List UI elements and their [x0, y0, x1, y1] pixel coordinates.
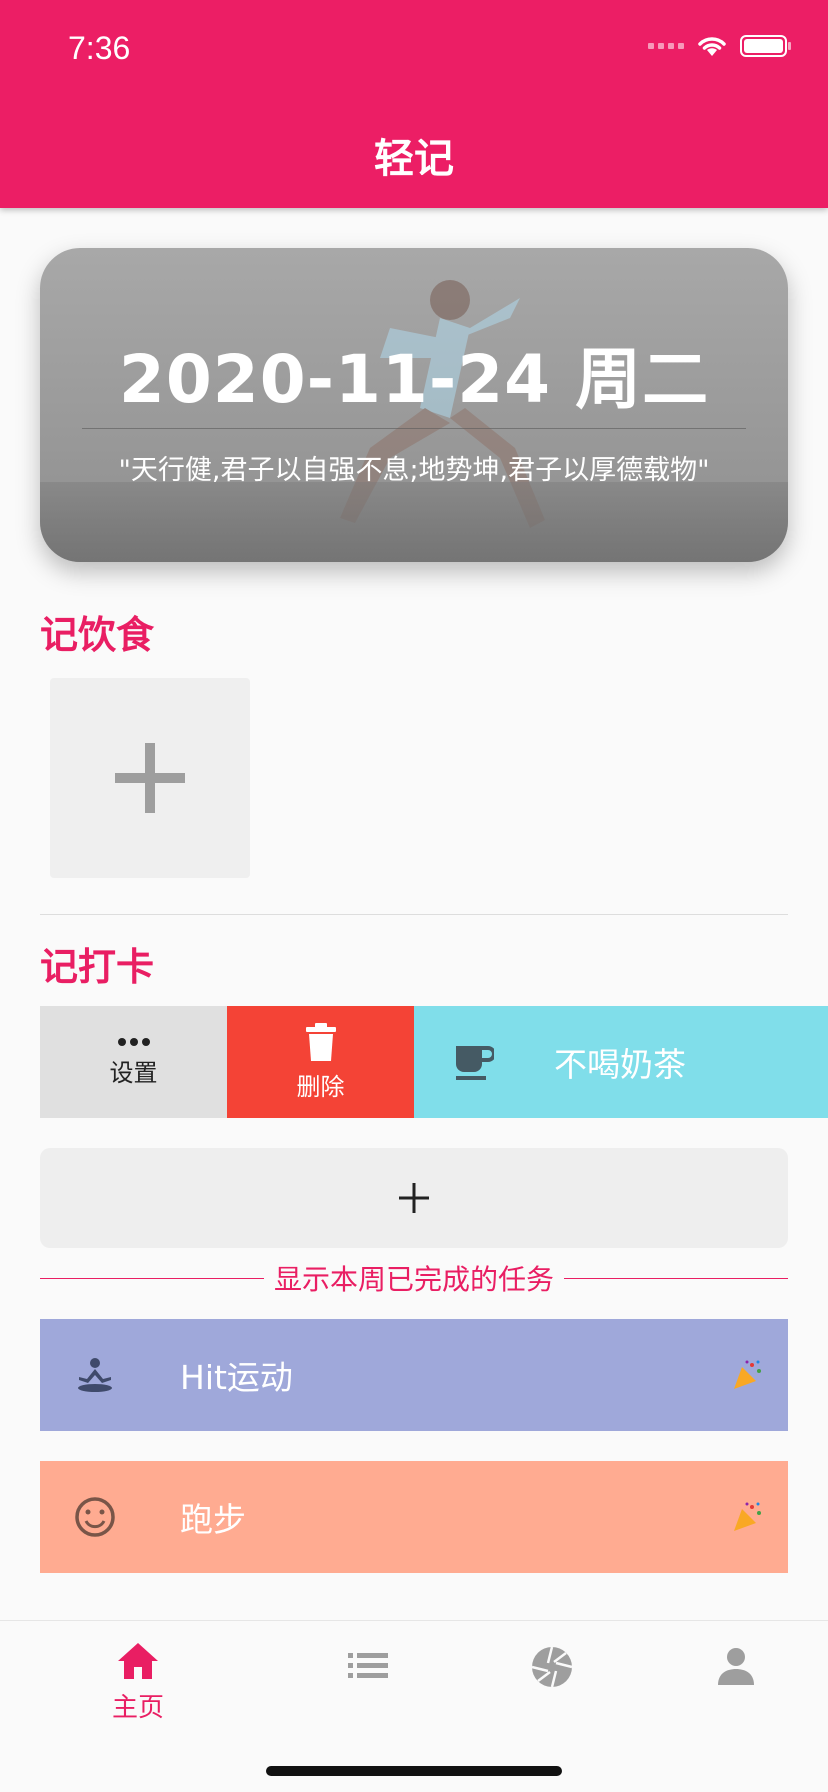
nav-item-profile[interactable]: [686, 1641, 786, 1685]
checkin-task-row: 设置 删除 不喝奶茶: [40, 1006, 828, 1118]
battery-icon: [740, 35, 791, 57]
nav-label-home: 主页: [111, 1693, 164, 1723]
party-popper-icon: [734, 1502, 761, 1531]
plus-icon: [399, 1183, 429, 1213]
divider-line-left: [40, 1277, 264, 1279]
banner-ground: [40, 482, 788, 562]
nav-item-camera[interactable]: [502, 1641, 602, 1689]
divider-line-right: [564, 1277, 789, 1279]
person-icon: [718, 1648, 754, 1685]
add-food-button[interactable]: [50, 678, 250, 878]
show-week-completed-label: 显示本周已完成的任务: [274, 1263, 555, 1296]
coffee-cup-icon: [456, 1046, 494, 1080]
home-indicator: [266, 1766, 562, 1776]
more-horizontal-icon: [117, 1037, 150, 1046]
food-section-title: 记饮食: [40, 613, 155, 657]
show-week-completed-toggle[interactable]: 显示本周已完成的任务: [40, 1258, 789, 1298]
banner-date: 2020-11-24 周二: [118, 341, 710, 418]
status-time: 7:36: [68, 30, 131, 66]
completed-task-item[interactable]: 跑步: [40, 1461, 788, 1573]
cell-signal-icon: [648, 43, 684, 49]
banner-quote: "天行健,君子以自强不息;地势坤,君子以厚德载物": [118, 455, 710, 486]
wifi-icon: [698, 37, 726, 56]
nav-item-home[interactable]: 主页: [88, 1641, 188, 1724]
task-delete-button[interactable]: 删除: [227, 1006, 414, 1118]
checkin-section-title: 记打卡: [40, 945, 155, 989]
banner-divider: [82, 428, 746, 429]
checkin-task-item[interactable]: 不喝奶茶: [414, 1006, 828, 1118]
home-icon: [118, 1643, 158, 1679]
camera-shutter-icon: [531, 1646, 573, 1688]
completed-task-label: 跑步: [180, 1500, 246, 1539]
app-header: 7:36 轻记: [0, 0, 828, 208]
section-divider: [40, 914, 788, 915]
smiley-icon: [75, 1497, 115, 1537]
party-popper-icon: [734, 1360, 761, 1389]
date-banner: 2020-11-24 周二 "天行健,君子以自强不息;地势坤,君子以厚德载物": [40, 248, 788, 562]
meditation-icon: [78, 1358, 112, 1392]
trash-icon: [305, 1022, 336, 1061]
nav-item-list[interactable]: [318, 1641, 418, 1681]
delete-label: 删除: [296, 1072, 345, 1101]
completed-task-item[interactable]: Hit运动: [40, 1319, 788, 1431]
checkin-task-label: 不喝奶茶: [554, 1045, 686, 1084]
completed-task-label: Hit运动: [180, 1358, 293, 1397]
list-icon: [348, 1653, 388, 1678]
plus-icon: [115, 743, 185, 813]
settings-label: 设置: [109, 1058, 158, 1087]
task-settings-button[interactable]: 设置: [40, 1006, 227, 1118]
add-task-button[interactable]: [40, 1148, 788, 1248]
status-icons: [648, 34, 792, 58]
page-title: 轻记: [374, 136, 454, 182]
